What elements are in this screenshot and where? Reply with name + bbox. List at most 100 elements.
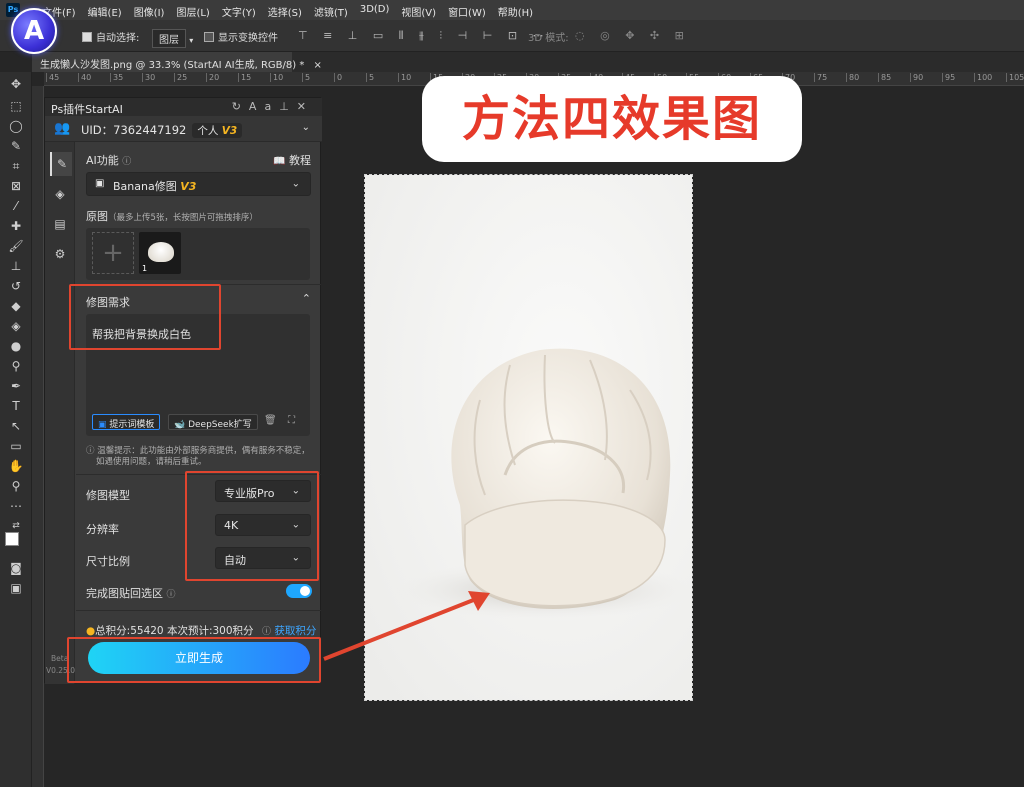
ruler-tick-label: 5 [366,73,374,82]
align-icons[interactable]: ⊤ ≡ ⊥ ▭ ⫴ ⫵ ⫶ ⊣ ⊢ ⊡ ⋯ [298,29,550,43]
ruler-tick-label: 45 [46,73,59,82]
dodge-tool-icon[interactable]: ⚲ [7,358,25,374]
info-icon: ⓘ [262,627,272,637]
more-tools-icon[interactable]: ⋯ [7,498,25,514]
ai-function-select[interactable]: ▣ Banana修图 V3 ⌄ [86,172,311,196]
foreground-color-swatch[interactable] [5,532,19,546]
startai-logo-icon: A [11,8,57,54]
uid-row: 👥 UID：7362447192 个人 V3 ⌄ [45,116,322,142]
ai-function-label: AI功能 ⓘ [86,154,132,167]
ruler-tick-label: 5 [302,73,310,82]
ruler-tick-label: 25 [174,73,187,82]
history-brush-tool-icon[interactable]: ↺ [7,278,25,294]
model-label: 修图模型 [86,489,130,502]
menu-image[interactable]: 图像(I) [128,4,171,19]
layers-icon[interactable]: ◈ [52,186,68,202]
zoom-tool-icon[interactable]: ⚲ [7,478,25,494]
paint-bucket-tool-icon[interactable]: ◈ [7,318,25,334]
quick-select-tool-icon[interactable]: ✎ [7,138,25,154]
frame-tool-icon[interactable]: ⊠ [7,178,25,194]
move-tool-icon[interactable]: ✥ [7,76,25,92]
menu-help[interactable]: 帮助(H) [492,4,539,19]
trash-icon[interactable]: 🗑 [264,415,277,426]
stamp-tool-icon[interactable]: ⊥ [7,258,25,274]
highlight-settings [185,471,319,581]
deepseek-expand-button[interactable]: 🐋 DeepSeek扩写 [168,414,258,430]
chevron-down-icon[interactable]: ⌄ [302,122,310,133]
close-icon[interactable]: ✕ [297,100,314,113]
ruler-tick-label: 30 [142,73,155,82]
lasso-tool-icon[interactable]: ◯ [7,118,25,134]
menu-3d[interactable]: 3D(D) [354,4,396,19]
add-image-button[interactable]: + [92,232,134,274]
layer-select[interactable]: 图层 ▾ [152,29,193,48]
settings-icon[interactable]: ⚙ [52,246,68,262]
options-bar: 自动选择: 图层 ▾ 显示变换控件 ⊤ ≡ ⊥ ▭ ⫴ ⫵ ⫶ ⊣ ⊢ ⊡ ⋯ … [0,20,1024,52]
tutorial-link[interactable]: 📖 教程 [273,152,311,168]
menu-filter[interactable]: 滤镜(T) [308,4,354,19]
quick-mask-icon[interactable]: ◙ [7,560,25,576]
get-points-link[interactable]: ⓘ 获取积分 [262,623,316,638]
hand-tool-icon[interactable]: ✋ [7,458,25,474]
menu-window[interactable]: 窗口(W) [442,4,492,19]
prompt-template-button[interactable]: ▣ 提示词模板 [92,414,161,430]
banner-title: 方法四效果图 [461,91,762,147]
menu-edit[interactable]: 编辑(E) [82,4,128,19]
document-tab[interactable]: 生成懒人沙发图.png @ 33.3% (StartAI AI生成, RGB/8… [32,52,322,72]
blur-tool-icon[interactable]: ● [7,338,25,354]
menu-type[interactable]: 文字(Y) [216,4,262,19]
paste-back-toggle[interactable] [286,584,312,598]
ruler-tick-label: 35 [110,73,123,82]
info-icon: ⓘ [166,590,176,600]
menu-items: 文件(F) 编辑(E) 图像(I) 图层(L) 文字(Y) 选择(S) 滤镜(T… [36,4,539,19]
toolbox: ✥ ⬚ ◯ ✎ ⌗ ⊠ ⁄ ✚ 🖌 ⊥ ↺ ◆ ◈ ● ⚲ ✒ T ↖ ▭ ✋ … [0,72,32,787]
3d-mode-icons[interactable]: ◌ ◎ ✥ ✣ ⊞ [575,29,690,42]
healing-tool-icon[interactable]: ✚ [7,218,25,234]
ruler-tick-label: 20 [206,73,219,82]
image-thumbnail[interactable]: 1 [139,232,181,274]
original-label: 原图（最多上传5张，长按图片可拖拽排序） [86,210,258,223]
brush-tool-icon[interactable]: 🖌 [7,238,25,254]
ruler-tick-label: 85 [878,73,891,82]
menu-select[interactable]: 选择(S) [262,4,308,19]
auto-select-checkbox[interactable]: 自动选择: [82,29,139,44]
menu-layer[interactable]: 图层(L) [170,4,215,19]
eyedropper-tool-icon[interactable]: ⁄ [7,198,25,214]
pen-tool-icon[interactable]: ✒ [7,378,25,394]
vertical-ruler [32,86,44,787]
original-images: + 1 [86,228,310,280]
crop-tool-icon[interactable]: ⌗ [7,158,25,174]
sofa-thumbnail-image [148,242,174,262]
ratio-label: 尺寸比例 [86,555,130,568]
plugin-header-icons: ↻Aa⊥✕ [232,100,314,113]
ruler-tick-label: 105 [1006,73,1024,82]
beta-label: Beta [51,654,69,663]
refresh-icon[interactable]: ↻ [232,100,249,113]
ruler-tick-label: 0 [334,73,342,82]
eraser-tool-icon[interactable]: ◆ [7,298,25,314]
pin-icon[interactable]: ⊥ [279,100,297,113]
ruler-tick-label: 100 [974,73,992,82]
book-icon: 📖 [273,156,286,167]
show-transform-checkbox[interactable]: 显示变换控件 [204,29,278,44]
chevron-down-icon: ▾ [189,36,194,45]
resolution-label: 分辨率 [86,523,119,536]
edit-icon[interactable]: ✎ [50,152,72,176]
menu-view[interactable]: 视图(V) [395,4,442,19]
document-icon[interactable]: ▤ [52,216,68,232]
ruler-tick-label: 10 [398,73,411,82]
ruler-tick-label: 15 [238,73,251,82]
chevron-up-icon[interactable]: ⌃ [302,292,311,305]
fullscreen-icon[interactable]: ⛶ [288,415,295,426]
path-select-tool-icon[interactable]: ↖ [7,418,25,434]
account-badge: 个人 V3 [192,123,243,138]
close-tab-icon[interactable]: × [314,60,322,71]
marquee-tool-icon[interactable]: ⬚ [7,98,25,114]
screen-mode-icon[interactable]: ▣ [7,580,25,596]
rectangle-tool-icon[interactable]: ▭ [7,438,25,454]
type-tool-icon[interactable]: T [7,398,25,414]
plugin-sidebar: ✎ ◈ ▤ ⚙ Beta V0.25.0 [45,142,75,684]
paste-back-label: 完成图贴回选区 ⓘ [86,587,176,600]
font-size-icon[interactable]: Aa [249,100,279,113]
checkbox-icon [82,32,92,42]
